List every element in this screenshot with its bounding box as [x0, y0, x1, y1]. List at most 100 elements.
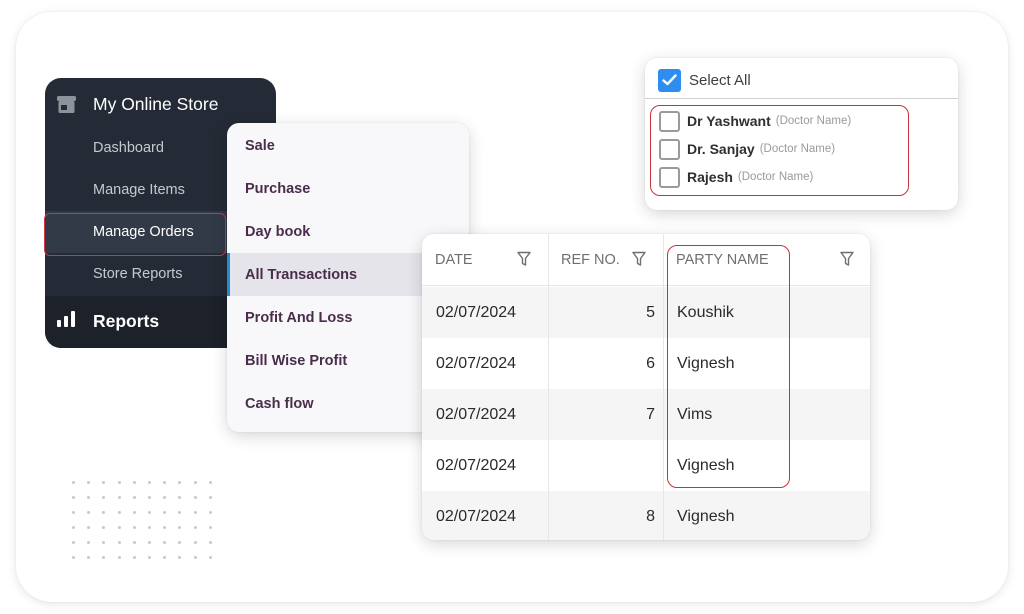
filter-icon[interactable] [840, 251, 854, 267]
sidebar-item-label: Dashboard [93, 140, 164, 156]
cell-date: 02/07/2024 [436, 405, 517, 423]
grid-dot [102, 556, 106, 559]
select-all-checkbox[interactable] [658, 68, 681, 92]
cell-ref-no: 8 [646, 507, 655, 525]
grid-dot [208, 541, 212, 544]
option-hint: (Doctor Name) [737, 171, 814, 183]
grid-dot [163, 556, 167, 559]
grid-dot [72, 511, 75, 514]
filter-icon[interactable] [517, 251, 531, 267]
grid-dot [72, 526, 75, 529]
grid-dot [117, 496, 121, 499]
grid-dot [193, 526, 197, 529]
table-row[interactable]: 02/07/2024 5 Koushik [422, 287, 870, 338]
cell-ref-no: 5 [646, 303, 655, 321]
grid-dot [208, 481, 212, 484]
option-hint: (Doctor Name) [775, 115, 852, 127]
grid-dot [148, 511, 151, 514]
grid-dot [72, 556, 75, 559]
column-divider [663, 234, 664, 540]
cell-date: 02/07/2024 [436, 303, 517, 321]
grid-dot [132, 556, 136, 559]
grid-dot [117, 541, 121, 544]
option-name: Dr. Sanjay [687, 141, 755, 157]
grid-dot [72, 481, 75, 484]
table-row[interactable]: 02/07/2024 Vignesh [422, 440, 870, 491]
submenu-item-label: All Transactions [245, 266, 358, 283]
grid-dot [208, 556, 212, 559]
filter-icon[interactable] [632, 251, 646, 267]
bar-chart-icon [57, 311, 75, 327]
grid-dot [208, 511, 212, 514]
grid-dot [132, 526, 136, 529]
grid-dot [87, 511, 91, 514]
submenu-item-sale[interactable]: Sale [227, 124, 469, 167]
option-checkbox[interactable] [659, 110, 680, 132]
grid-dot [208, 496, 212, 499]
divider [645, 98, 958, 99]
storefront-icon [57, 96, 76, 113]
grid-dot [178, 481, 182, 484]
table-row[interactable]: 02/07/2024 7 Vims [422, 389, 870, 440]
table-row[interactable]: 02/07/2024 6 Vignesh [422, 338, 870, 389]
sidebar-item-label: Store Reports [93, 266, 183, 282]
grid-dot [178, 496, 182, 499]
grid-dot [148, 496, 151, 499]
grid-dot [87, 496, 91, 499]
column-header-label: DATE [435, 252, 473, 268]
grid-dot [178, 556, 182, 559]
option-name: Rajesh [687, 169, 733, 185]
submenu-item-label: Profit And Loss [245, 309, 353, 326]
filter-option[interactable]: Rajesh (Doctor Name) [659, 165, 813, 189]
option-name: Dr Yashwant [687, 113, 771, 129]
grid-dot [178, 541, 182, 544]
cell-ref-no [548, 440, 655, 491]
grid-dot [72, 496, 75, 499]
column-header-ref-no[interactable]: REF NO. [548, 234, 663, 286]
grid-dot [148, 526, 151, 529]
grid-dot [102, 511, 106, 514]
cell-party-name: Vignesh [677, 456, 735, 474]
grid-dot [148, 481, 151, 484]
submenu-item-label: Bill Wise Profit [245, 352, 348, 369]
cell-date: 02/07/2024 [436, 507, 517, 525]
manage-orders-highlight [44, 213, 226, 256]
column-header-date[interactable]: DATE [422, 234, 548, 286]
submenu-item-label: Day book [245, 223, 311, 240]
grid-dot [117, 481, 121, 484]
select-all-label: Select All [689, 71, 751, 89]
grid-dot [163, 511, 167, 514]
grid-dot [148, 556, 151, 559]
cell-party-name: Vignesh [677, 507, 735, 525]
decorative-dot-grid [72, 481, 222, 571]
grid-dot [132, 481, 136, 484]
submenu-item-label: Sale [245, 137, 275, 154]
column-header-label: REF NO. [561, 252, 620, 268]
grid-dot [87, 481, 91, 484]
grid-dot [102, 496, 106, 499]
grid-dot [178, 511, 182, 514]
grid-dot [102, 481, 106, 484]
table-row[interactable]: 02/07/2024 8 Vignesh [422, 491, 870, 540]
option-checkbox[interactable] [659, 166, 680, 188]
cell-party-name: Vims [677, 405, 713, 423]
select-all-option[interactable]: Select All [658, 68, 751, 92]
transactions-table: DATE REF NO. PARTY NAME 02/07/2024 5 Kou… [422, 234, 870, 540]
grid-dot [132, 541, 136, 544]
checkmark-icon [662, 74, 677, 86]
grid-dot [193, 556, 197, 559]
submenu-item-purchase[interactable]: Purchase [227, 167, 469, 210]
grid-dot [102, 541, 106, 544]
grid-dot [163, 526, 167, 529]
grid-dot [87, 556, 91, 559]
grid-dot [102, 526, 106, 529]
grid-dot [117, 556, 121, 559]
filter-option[interactable]: Dr Yashwant (Doctor Name) [659, 109, 851, 133]
option-checkbox[interactable] [659, 138, 680, 160]
column-header-party-name[interactable]: PARTY NAME [663, 234, 870, 286]
grid-dot [193, 496, 197, 499]
grid-dot [208, 526, 212, 529]
cell-ref-no: 7 [646, 405, 655, 423]
grid-dot [193, 541, 197, 544]
filter-option[interactable]: Dr. Sanjay (Doctor Name) [659, 137, 835, 161]
